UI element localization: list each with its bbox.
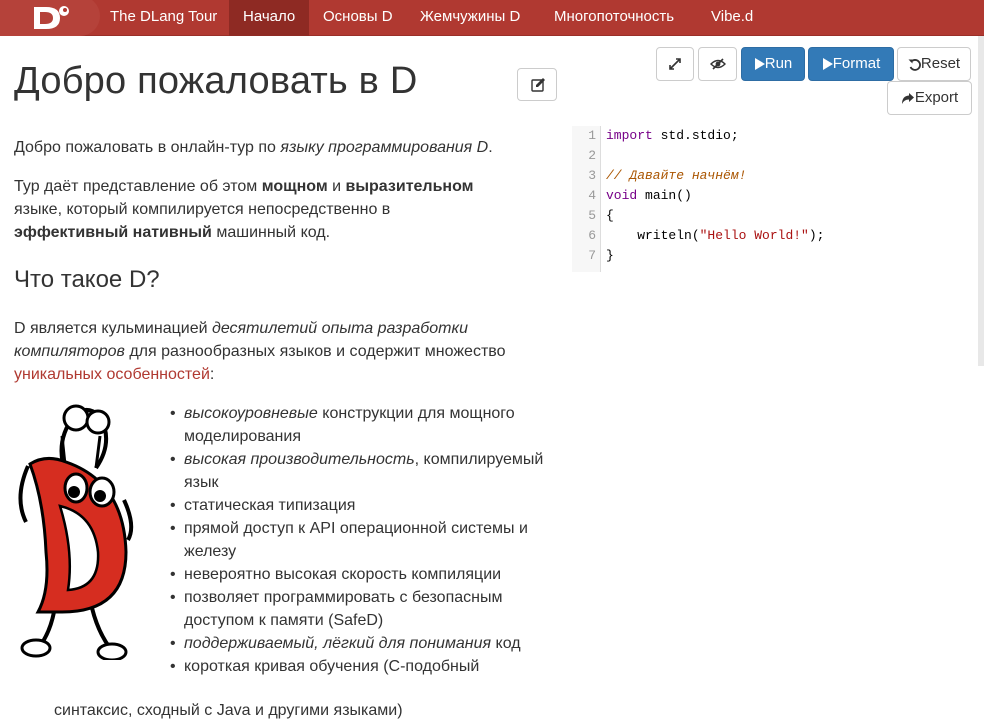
- nav-item-vibed[interactable]: Vibe.d: [697, 0, 767, 36]
- nav-brand-link[interactable]: The DLang Tour: [96, 0, 231, 36]
- fullscreen-button[interactable]: [656, 47, 694, 81]
- feature-text: невероятно высокая скорость компиляции: [184, 566, 502, 583]
- share-icon: [901, 92, 914, 104]
- feature-italic: высокая производительность: [184, 451, 415, 468]
- code-editor[interactable]: 1 2 3 4 5 6 7 import std.stdio; // Давай…: [572, 126, 972, 272]
- intro-prefix: Добро пожаловать в онлайн-тур по: [14, 139, 281, 156]
- line-number: 5: [588, 208, 596, 223]
- code-line: }: [606, 248, 614, 263]
- format-label: Format: [832, 55, 881, 72]
- dlang-logo[interactable]: [30, 4, 76, 32]
- line-number: 2: [588, 148, 596, 163]
- code-text: main(): [637, 188, 692, 203]
- nav-item-multithreading[interactable]: Многопоточность: [540, 0, 688, 36]
- line-number: 4: [588, 188, 596, 203]
- code-text: writeln(: [606, 228, 700, 243]
- code-line: {: [606, 208, 614, 223]
- feature-italic: поддерживаемый, лёгкий для понимания: [184, 635, 492, 652]
- p3-italic-compilers: компиляторов: [14, 343, 125, 360]
- toggle-output-button[interactable]: [698, 47, 737, 81]
- list-item: высокоуровневые конструкции для мощного …: [162, 402, 562, 448]
- features-list: высокоуровневые конструкции для мощного …: [162, 402, 562, 678]
- undo-icon: [908, 58, 921, 71]
- run-label: Run: [764, 55, 793, 72]
- navbar: The DLang Tour Начало Основы D Жемчужины…: [0, 0, 984, 36]
- list-item: поддерживаемый, лёгкий для понимания код: [162, 632, 562, 655]
- code-line: // Давайте начнём!: [606, 166, 824, 186]
- line-number: 3: [588, 168, 596, 183]
- reset-button[interactable]: Reset: [897, 47, 971, 81]
- code-text: std.stdio;: [652, 128, 739, 143]
- edit-button[interactable]: [517, 68, 557, 101]
- format-button[interactable]: Format: [808, 47, 894, 81]
- p2-c: и: [327, 178, 346, 195]
- edit-icon: [531, 78, 545, 92]
- p2-bold-powerful: мощном: [261, 178, 328, 195]
- code-line: void main(): [606, 186, 824, 206]
- nav-item-gems[interactable]: Жемчужины D: [406, 0, 534, 36]
- p3-e: :: [209, 366, 215, 383]
- play-icon: [822, 58, 833, 71]
- code-lines[interactable]: import std.stdio; // Давайте начнём! voi…: [606, 126, 824, 266]
- p2-bold-expressive: выразительном: [345, 178, 474, 195]
- list-item: высокая производительность, компилируемы…: [162, 448, 562, 494]
- p2-bold-efficient: эффективный нативный: [14, 224, 212, 241]
- line-number: 7: [588, 248, 596, 263]
- intro-paragraph: Добро пожаловать в онлайн-тур по языку п…: [14, 136, 554, 159]
- reset-label: Reset: [920, 55, 961, 72]
- code-line: import std.stdio;: [606, 126, 824, 146]
- line-number-gutter: 1 2 3 4 5 6 7: [572, 126, 601, 272]
- page-scrollbar[interactable]: [978, 36, 984, 366]
- p3-a: D является кульминацией: [14, 320, 212, 337]
- feature-text: код: [491, 635, 521, 652]
- page-title: Добро пожаловать в D: [14, 60, 418, 102]
- code-text: );: [808, 228, 825, 243]
- p2-e: языке, который компилируется непосредств…: [14, 201, 391, 218]
- list-item: короткая кривая обучения (C-подобный: [162, 655, 562, 678]
- unique-features-link[interactable]: уникальных особенностей: [14, 366, 210, 383]
- list-item: прямой доступ к API операционной системы…: [162, 517, 562, 563]
- line-number: 1: [588, 128, 596, 143]
- eye-slash-icon: [709, 58, 726, 70]
- export-label: Export: [914, 89, 959, 106]
- run-button[interactable]: Run: [741, 47, 805, 81]
- play-icon: [754, 58, 765, 71]
- p3-d: для разнообразных языков и содержит множ…: [124, 343, 506, 360]
- expand-icon: [669, 58, 681, 70]
- nav-item-basics[interactable]: Основы D: [309, 0, 407, 36]
- p2-g: машинный код.: [211, 224, 331, 241]
- string-literal: "Hello World!": [699, 228, 809, 243]
- intro-italic: языку программирования D: [280, 139, 489, 156]
- d-mascot-image: [18, 404, 134, 660]
- what-is-d-paragraph: D является кульминацией десятилетий опыт…: [14, 317, 562, 386]
- feature-text: прямой доступ к API операционной системы…: [184, 520, 528, 560]
- feature-text: позволяет программировать с безопасным д…: [184, 589, 503, 629]
- p2-a: Тур даёт представление об этом: [14, 178, 262, 195]
- nav-item-start[interactable]: Начало: [229, 0, 310, 36]
- feature-text: короткая кривая обучения (C-подобный: [184, 658, 480, 675]
- feature-continuation: синтаксис, сходный с Java и другими язык…: [54, 702, 403, 719]
- list-item: статическая типизация: [162, 494, 562, 517]
- feature-text: статическая типизация: [184, 497, 356, 514]
- feature-italic: высокоуровневые: [184, 405, 318, 422]
- list-item: невероятно высокая скорость компиляции: [162, 563, 562, 586]
- keyword: void: [606, 188, 638, 203]
- comment: // Давайте начнём!: [606, 168, 747, 183]
- intro-suffix: .: [488, 139, 493, 156]
- line-number: 6: [588, 228, 596, 243]
- code-line: writeln("Hello World!");: [606, 226, 824, 246]
- description-paragraph: Тур даёт представление об этом мощном и …: [14, 175, 554, 244]
- keyword: import: [606, 128, 653, 143]
- export-button[interactable]: Export: [887, 81, 972, 115]
- section-heading: Что такое D?: [14, 266, 160, 293]
- list-item: позволяет программировать с безопасным д…: [162, 586, 562, 632]
- p3-italic-decades: десятилетий опыта разработки: [211, 320, 468, 337]
